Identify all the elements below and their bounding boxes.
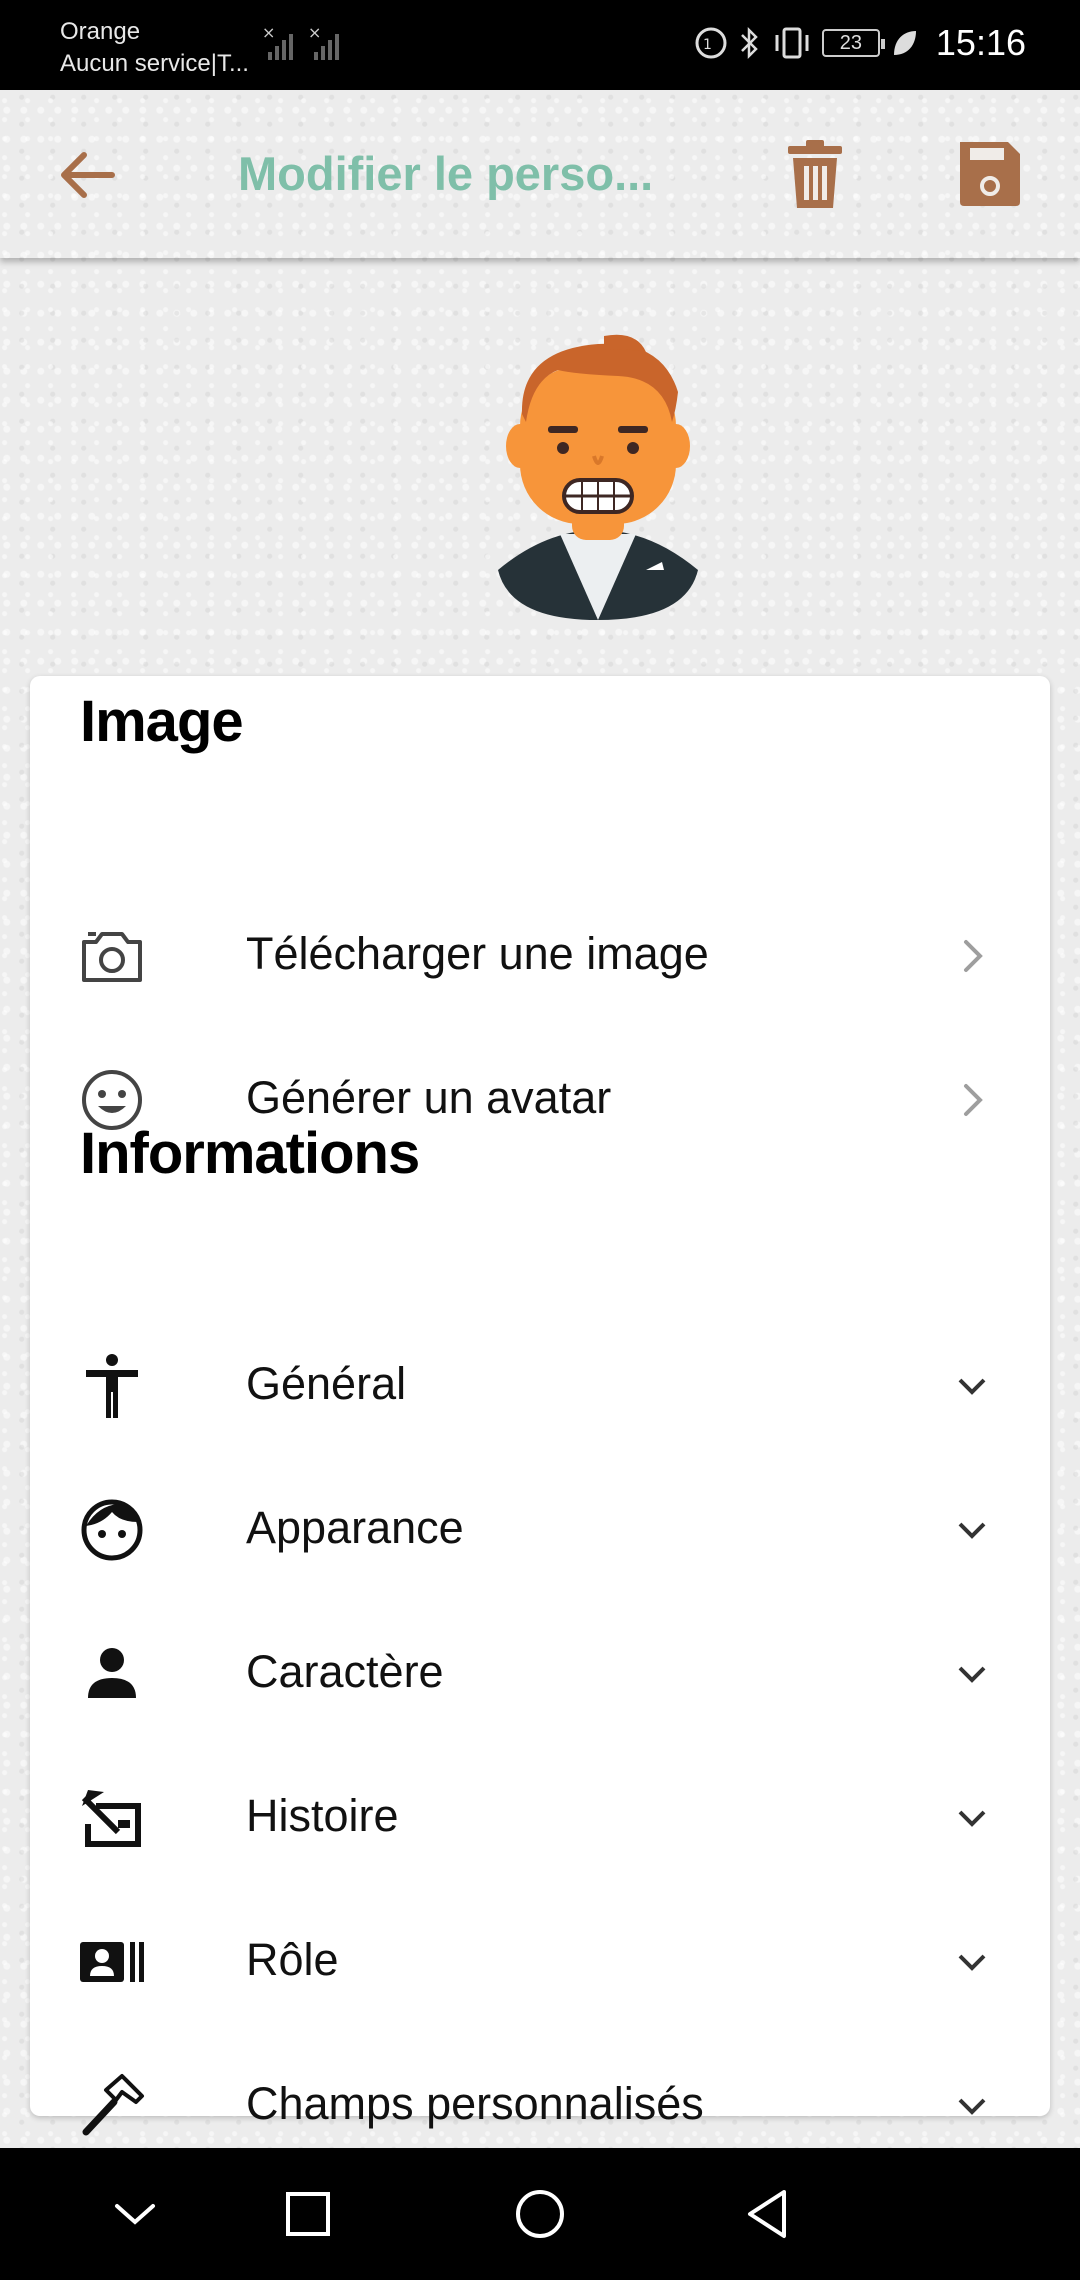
chevron-right-icon [964, 1084, 983, 1116]
settings-card: Image Télécharger une image Générer un a… [30, 676, 1050, 2136]
chevron-down-icon [958, 1810, 986, 1827]
section-title-informations: Informations [80, 1121, 420, 1186]
history-item[interactable]: Histoire [30, 1756, 1050, 1876]
general-item[interactable]: Général [30, 1324, 1050, 1444]
carrier-info: Orange Aucun service|T... [60, 16, 249, 80]
section-title-image: Image [80, 689, 244, 754]
svg-text:1: 1 [703, 37, 712, 53]
chevron-down-icon [958, 1954, 986, 1971]
chevron-down-icon [958, 1666, 986, 1683]
chevron-down-icon[interactable] [105, 2184, 165, 2244]
clock: 15:16 [935, 22, 1026, 63]
bluetooth-icon [741, 26, 758, 60]
svg-text:×: × [262, 26, 275, 42]
save-icon[interactable] [952, 134, 1026, 214]
role-label: Rôle [246, 1934, 339, 1985]
back-icon[interactable] [738, 2184, 798, 2244]
upload-image-item[interactable]: Télécharger une image [30, 894, 1050, 1014]
face-icon [81, 1499, 143, 1561]
general-label: Général [246, 1358, 407, 1409]
recent-apps-icon[interactable] [278, 2184, 338, 2244]
carrier-name: Orange [60, 18, 141, 45]
camera-icon [82, 932, 142, 982]
accessibility-icon [86, 1354, 138, 1418]
appearance-label: Apparance [246, 1502, 464, 1553]
custom-fields-item[interactable]: Champs personnalisés [30, 2044, 1050, 2164]
svg-text:×: × [308, 26, 321, 42]
back-arrow-icon[interactable] [52, 140, 122, 210]
badge-icon [80, 1942, 144, 1982]
system-nav-bar [0, 2148, 1080, 2280]
custom-fields-label: Champs personnalisés [246, 2078, 704, 2129]
status-bar: Orange Aucun service|T... × × 1 23 15:16 [0, 0, 1080, 90]
vibrate-icon [775, 27, 809, 59]
history-icon [81, 1790, 141, 1847]
delete-icon[interactable] [780, 134, 850, 214]
leaf-icon [893, 31, 916, 55]
data-saver-icon: 1 [695, 27, 727, 59]
chevron-down-icon [958, 1522, 986, 1539]
status-icons: 1 23 15:16 [694, 22, 1026, 64]
app-bar: Modifier le perso... [0, 90, 1080, 258]
hammer-icon [82, 2074, 144, 2136]
home-icon[interactable] [510, 2184, 570, 2244]
signal-icon: × × [262, 26, 339, 60]
carrier-status: Aucun service|T... [60, 50, 249, 77]
character-avatar[interactable] [486, 330, 710, 620]
person-icon [88, 1648, 136, 1698]
chevron-right-icon [964, 940, 983, 972]
chevron-down-icon [958, 2098, 986, 2115]
history-label: Histoire [246, 1790, 399, 1841]
role-item[interactable]: Rôle [30, 1900, 1050, 2020]
battery-indicator: 23 [821, 29, 885, 57]
appearance-item[interactable]: Apparance [30, 1468, 1050, 1588]
character-label: Caractère [246, 1646, 444, 1697]
character-item[interactable]: Caractère [30, 1612, 1050, 1732]
chevron-down-icon [958, 1378, 986, 1395]
upload-image-label: Télécharger une image [246, 928, 709, 979]
page-title: Modifier le perso... [238, 147, 654, 200]
